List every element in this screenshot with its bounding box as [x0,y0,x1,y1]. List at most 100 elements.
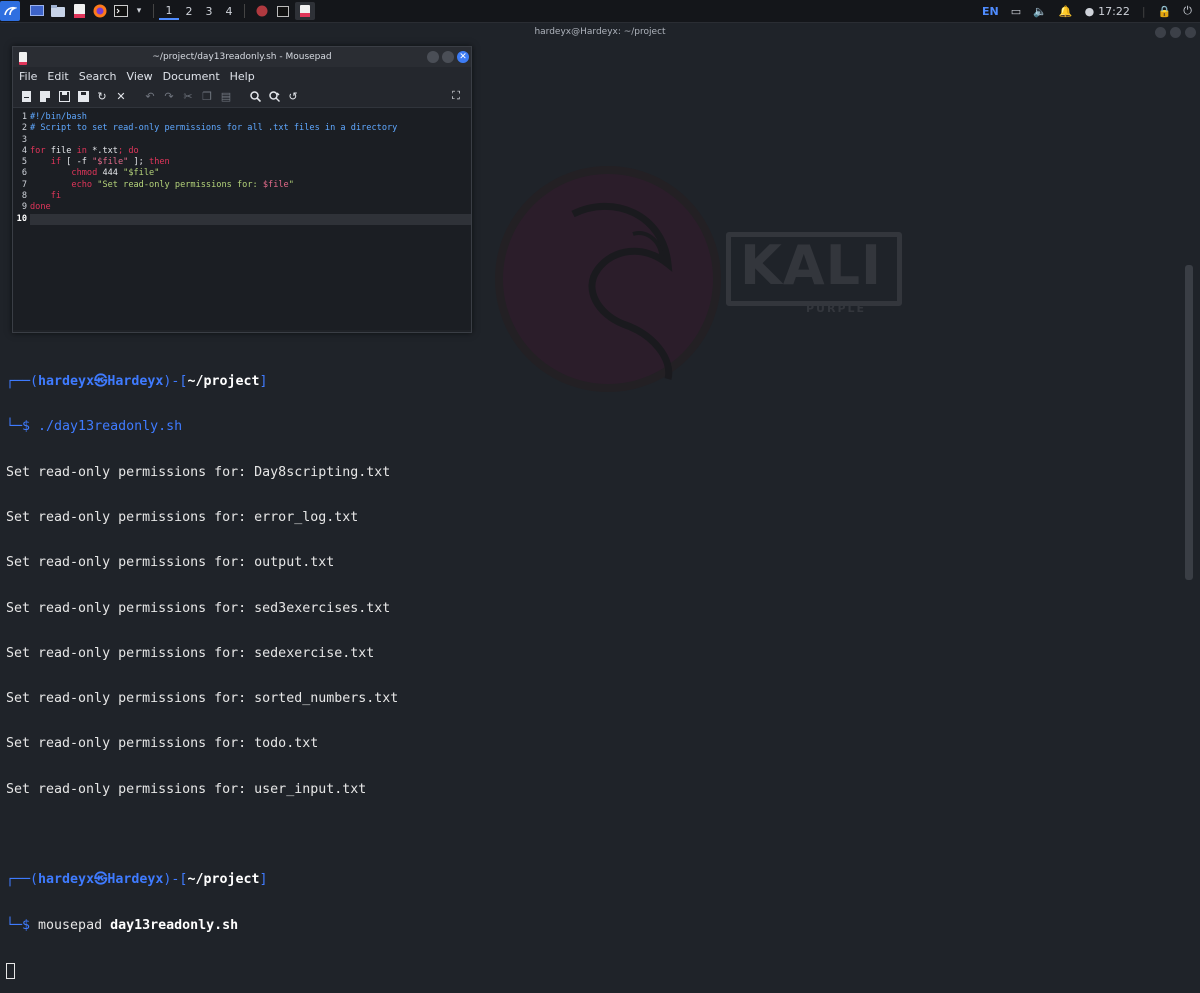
wallpaper-purple-text: PURPLE [806,302,867,315]
keyboard-layout-indicator[interactable]: EN [982,5,999,18]
command-line: └─$ ./day13readonly.sh [6,419,183,435]
menu-search[interactable]: Search [79,70,117,83]
clock[interactable]: 17:22 [1098,5,1130,18]
line-number: 1 [21,112,27,122]
new-document-icon[interactable] [19,89,33,103]
terminal-maximize-button[interactable] [1170,27,1181,38]
mousepad-app-icon [19,52,27,65]
mousepad-maximize-button[interactable] [442,51,454,63]
text-editor-icon[interactable] [70,2,88,20]
taskbar-separator [153,4,154,18]
task-firefox-icon[interactable] [253,2,271,20]
window-list-icon[interactable]: ▭ [1011,5,1021,18]
mousepad-minimize-button[interactable] [427,51,439,63]
prompt-line: ┌──(hardeyx㉿Hardeyx)-[~/project] [6,872,268,888]
command-line: └─$ mousepad day13readonly.sh [6,917,239,933]
code-editor[interactable]: 1 2 3 4 5 6 7 8 9 10 #!/bin/bash # Scrip… [13,108,471,330]
line-number: 7 [21,179,27,190]
menu-file[interactable]: File [19,70,37,83]
line-number-current: 10 [16,213,27,224]
terminal-close-button[interactable] [1185,27,1196,38]
line-number: 9 [21,202,27,213]
output-line: Set read-only permissions for: output.tx… [6,555,335,571]
code-line: #!/bin/bash [30,112,87,122]
terminal-icon[interactable] [112,2,130,20]
notification-bell-icon[interactable]: 🔔 [1059,5,1073,18]
line-number: 5 [21,157,27,168]
lock-icon[interactable]: 🔒 [1158,5,1172,18]
terminal-window-title: hardeyx@Hardeyx: ~/project [534,27,666,37]
terminal-cursor [6,962,15,979]
save-icon[interactable] [57,89,71,103]
firefox-icon[interactable] [91,2,109,20]
code-line: chmod 444 "$file" [71,168,160,179]
mousepad-window-title: ~/project/day13readonly.sh - Mousepad [152,52,332,62]
workspace-1[interactable]: 1 [159,2,179,20]
code-line: for file in *.txt; do [30,145,139,156]
undo-icon[interactable]: ↶ [143,89,157,103]
taskbar-separator [244,4,245,18]
task-terminal-icon[interactable] [274,2,292,20]
code-line: done [30,202,51,213]
line-number: 4 [21,145,27,156]
logout-icon[interactable]: ⏻ [1183,4,1192,18]
task-mousepad-icon[interactable] [295,2,315,20]
mousepad-titlebar[interactable]: ~/project/day13readonly.sh - Mousepad ✕ [13,47,471,67]
workspace-3[interactable]: 3 [199,5,219,18]
taskbar: ▾ 1 2 3 4 EN ▭ 🔈 🔔 ● 17:22 | 🔒 ⏻ [0,0,1200,23]
output-line: Set read-only permissions for: error_log… [6,510,359,526]
code-line: fi [50,191,62,202]
line-number: 6 [21,168,27,179]
save-as-icon[interactable] [76,89,90,103]
code-line: if [ -f "$file" ]; then [50,157,170,168]
line-number: 2 [21,123,27,134]
find-replace-icon[interactable] [267,89,281,103]
fullscreen-icon[interactable]: ⛶ [449,89,463,103]
file-manager-icon[interactable] [49,2,67,20]
paste-icon[interactable]: ▤ [219,89,233,103]
redo-icon[interactable]: ↷ [162,89,176,103]
output-line: Set read-only permissions for: sed3exerc… [6,600,391,616]
taskbar-separator: | [1141,4,1146,18]
menu-view[interactable]: View [127,70,153,83]
output-line: Set read-only permissions for: Day8scrip… [6,464,391,480]
new-window-icon[interactable] [38,89,52,103]
menu-edit[interactable]: Edit [47,70,68,83]
line-number-gutter: 1 2 3 4 5 6 7 8 9 10 [13,112,29,225]
cut-icon[interactable]: ✂ [181,89,195,103]
power-manager-icon[interactable]: ● [1085,5,1095,18]
reload-icon[interactable]: ↻ [95,89,109,103]
mousepad-window[interactable]: ~/project/day13readonly.sh - Mousepad ✕ … [12,46,472,333]
menu-document[interactable]: Document [163,70,220,83]
show-desktop-icon[interactable] [28,2,46,20]
mousepad-close-button[interactable]: ✕ [457,51,469,63]
volume-icon[interactable]: 🔈 [1033,5,1047,18]
input-line[interactable] [6,962,1176,979]
kali-menu-icon[interactable] [0,1,20,21]
workspace-4[interactable]: 4 [219,5,239,18]
chevron-down-icon[interactable]: ▾ [130,2,148,20]
go-to-line-icon[interactable]: ↺ [286,89,300,103]
menu-help[interactable]: Help [230,70,255,83]
code-line-current[interactable] [30,213,471,225]
terminal-minimize-button[interactable] [1155,27,1166,38]
output-line: Set read-only permissions for: sedexerci… [6,645,375,661]
output-line: Set read-only permissions for: sorted_nu… [6,691,399,707]
prompt-line: ┌──(hardeyx㉿Hardeyx)-[~/project] [6,374,268,390]
workspace-2[interactable]: 2 [179,5,199,18]
mousepad-toolbar: ↻ ✕ ↶ ↷ ✂ ❐ ▤ ↺ ⛶ [13,85,471,108]
close-document-icon[interactable]: ✕ [114,89,128,103]
find-icon[interactable] [248,89,262,103]
line-number: 3 [21,134,27,145]
output-line: Set read-only permissions for: user_inpu… [6,781,367,797]
terminal-scrollbar[interactable] [1185,265,1193,580]
wallpaper-kali-text: KALI [740,234,883,297]
code-line: # Script to set read-only permissions fo… [30,123,398,134]
terminal-output[interactable]: ┌──(hardeyx㉿Hardeyx)-[~/project] └─$ ./d… [6,344,1176,993]
copy-icon[interactable]: ❐ [200,89,214,103]
output-line: Set read-only permissions for: todo.txt [6,736,319,752]
code-area[interactable]: #!/bin/bash # Script to set read-only pe… [30,112,471,225]
line-number: 8 [21,191,27,202]
